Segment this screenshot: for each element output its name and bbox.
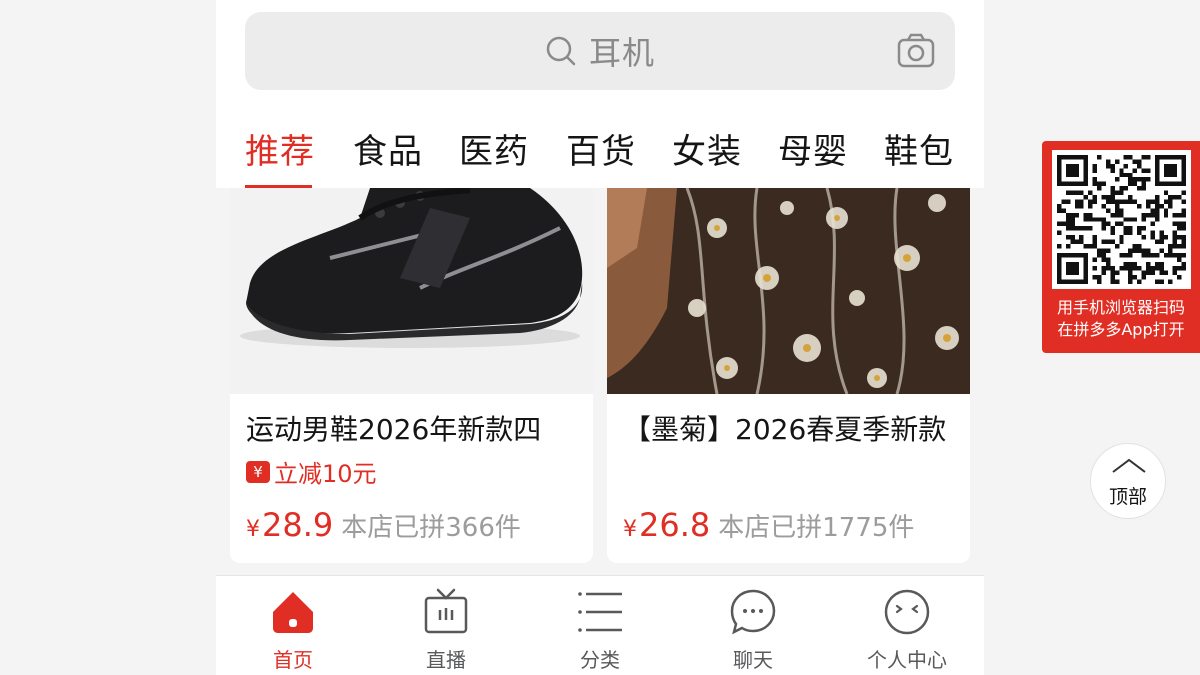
product-title[interactable]: 运动男鞋2026年新款四 <box>246 408 541 448</box>
nav-label: 直播 <box>426 648 466 672</box>
price-row: ¥ 28.9 本店已拼366件 <box>246 506 521 544</box>
currency-symbol: ¥ <box>246 517 260 542</box>
list-icon <box>578 592 622 632</box>
qr-code-image <box>1057 155 1186 284</box>
search-bar[interactable]: 耳机 <box>245 12 955 90</box>
price-row: ¥ 26.8 本店已拼1775件 <box>623 506 914 544</box>
nav-label: 个人中心 <box>867 648 947 672</box>
tab-recommend[interactable]: 推荐 <box>245 124 315 173</box>
back-to-top-button[interactable]: 顶部 <box>1090 443 1166 519</box>
chat-icon <box>730 589 776 635</box>
promo-badge: ¥ 立减10元 <box>246 454 377 489</box>
chevron-up-icon <box>1112 458 1146 473</box>
category-tabs: 推荐 食品 医药 百货 女装 母婴 鞋包 <box>216 110 984 188</box>
product-card[interactable]: 运动男鞋2026年新款四 ¥ 立减10元 ¥ 28.9 本店已拼366件 <box>230 188 593 563</box>
nav-live[interactable]: 直播 <box>386 588 506 673</box>
sales-count: 本店已拼366件 <box>341 513 521 543</box>
search-icon <box>546 36 576 66</box>
nav-label: 首页 <box>273 648 313 672</box>
nav-profile[interactable]: 个人中心 <box>847 588 967 673</box>
home-icon <box>273 592 313 633</box>
tab-general-goods[interactable]: 百货 <box>566 124 636 173</box>
product-price: 28.9 <box>262 506 334 544</box>
product-card[interactable]: 【墨菊】2026春夏季新款 ¥ 26.8 本店已拼1775件 <box>607 188 970 563</box>
camera-icon[interactable] <box>897 32 935 70</box>
qr-code <box>1052 150 1191 289</box>
back-to-top-label: 顶部 <box>1108 486 1147 508</box>
product-image-floral-dress[interactable] <box>607 188 970 394</box>
search-center: 耳机 <box>245 12 955 90</box>
tab-shoes-bags[interactable]: 鞋包 <box>884 124 954 173</box>
promo-text: 立减10元 <box>274 460 377 488</box>
product-price: 26.8 <box>639 506 711 544</box>
coupon-icon: ¥ <box>246 460 270 483</box>
sales-count: 本店已拼1775件 <box>718 513 915 543</box>
tab-mother-baby[interactable]: 母婴 <box>778 124 848 173</box>
nav-home[interactable]: 首页 <box>233 588 353 673</box>
nav-chat[interactable]: 聊天 <box>693 588 813 673</box>
qr-caption-line2: 在拼多多App打开 <box>1057 320 1185 339</box>
product-title[interactable]: 【墨菊】2026春夏季新款 <box>623 408 946 448</box>
tab-food[interactable]: 食品 <box>353 124 423 173</box>
qr-code-panel: 用手机浏览器扫码 在拼多多App打开 <box>1042 141 1200 353</box>
tv-icon <box>424 588 468 634</box>
phone-viewport: 运动男鞋2026年新款四 ¥ 立减10元 ¥ 28.9 本店已拼366件 【墨菊… <box>216 0 984 675</box>
product-image-shoe[interactable] <box>230 188 593 394</box>
nav-label: 分类 <box>580 648 620 672</box>
search-placeholder: 耳机 <box>588 34 655 72</box>
tab-womens-clothing[interactable]: 女装 <box>672 124 742 173</box>
bottom-navigation: 首页 直播 分类 聊天 个人中心 <box>216 575 984 675</box>
currency-symbol: ¥ <box>623 517 637 542</box>
profile-icon <box>884 589 930 635</box>
qr-caption-line1: 用手机浏览器扫码 <box>1056 298 1185 317</box>
nav-label: 聊天 <box>733 648 773 672</box>
header: 耳机 推荐 食品 医药 百货 女装 母婴 鞋包 <box>216 0 984 188</box>
tab-medicine[interactable]: 医药 <box>459 124 529 173</box>
nav-categories[interactable]: 分类 <box>540 588 660 673</box>
active-tab-indicator <box>245 185 312 188</box>
qr-caption: 用手机浏览器扫码 在拼多多App打开 <box>1042 297 1200 341</box>
